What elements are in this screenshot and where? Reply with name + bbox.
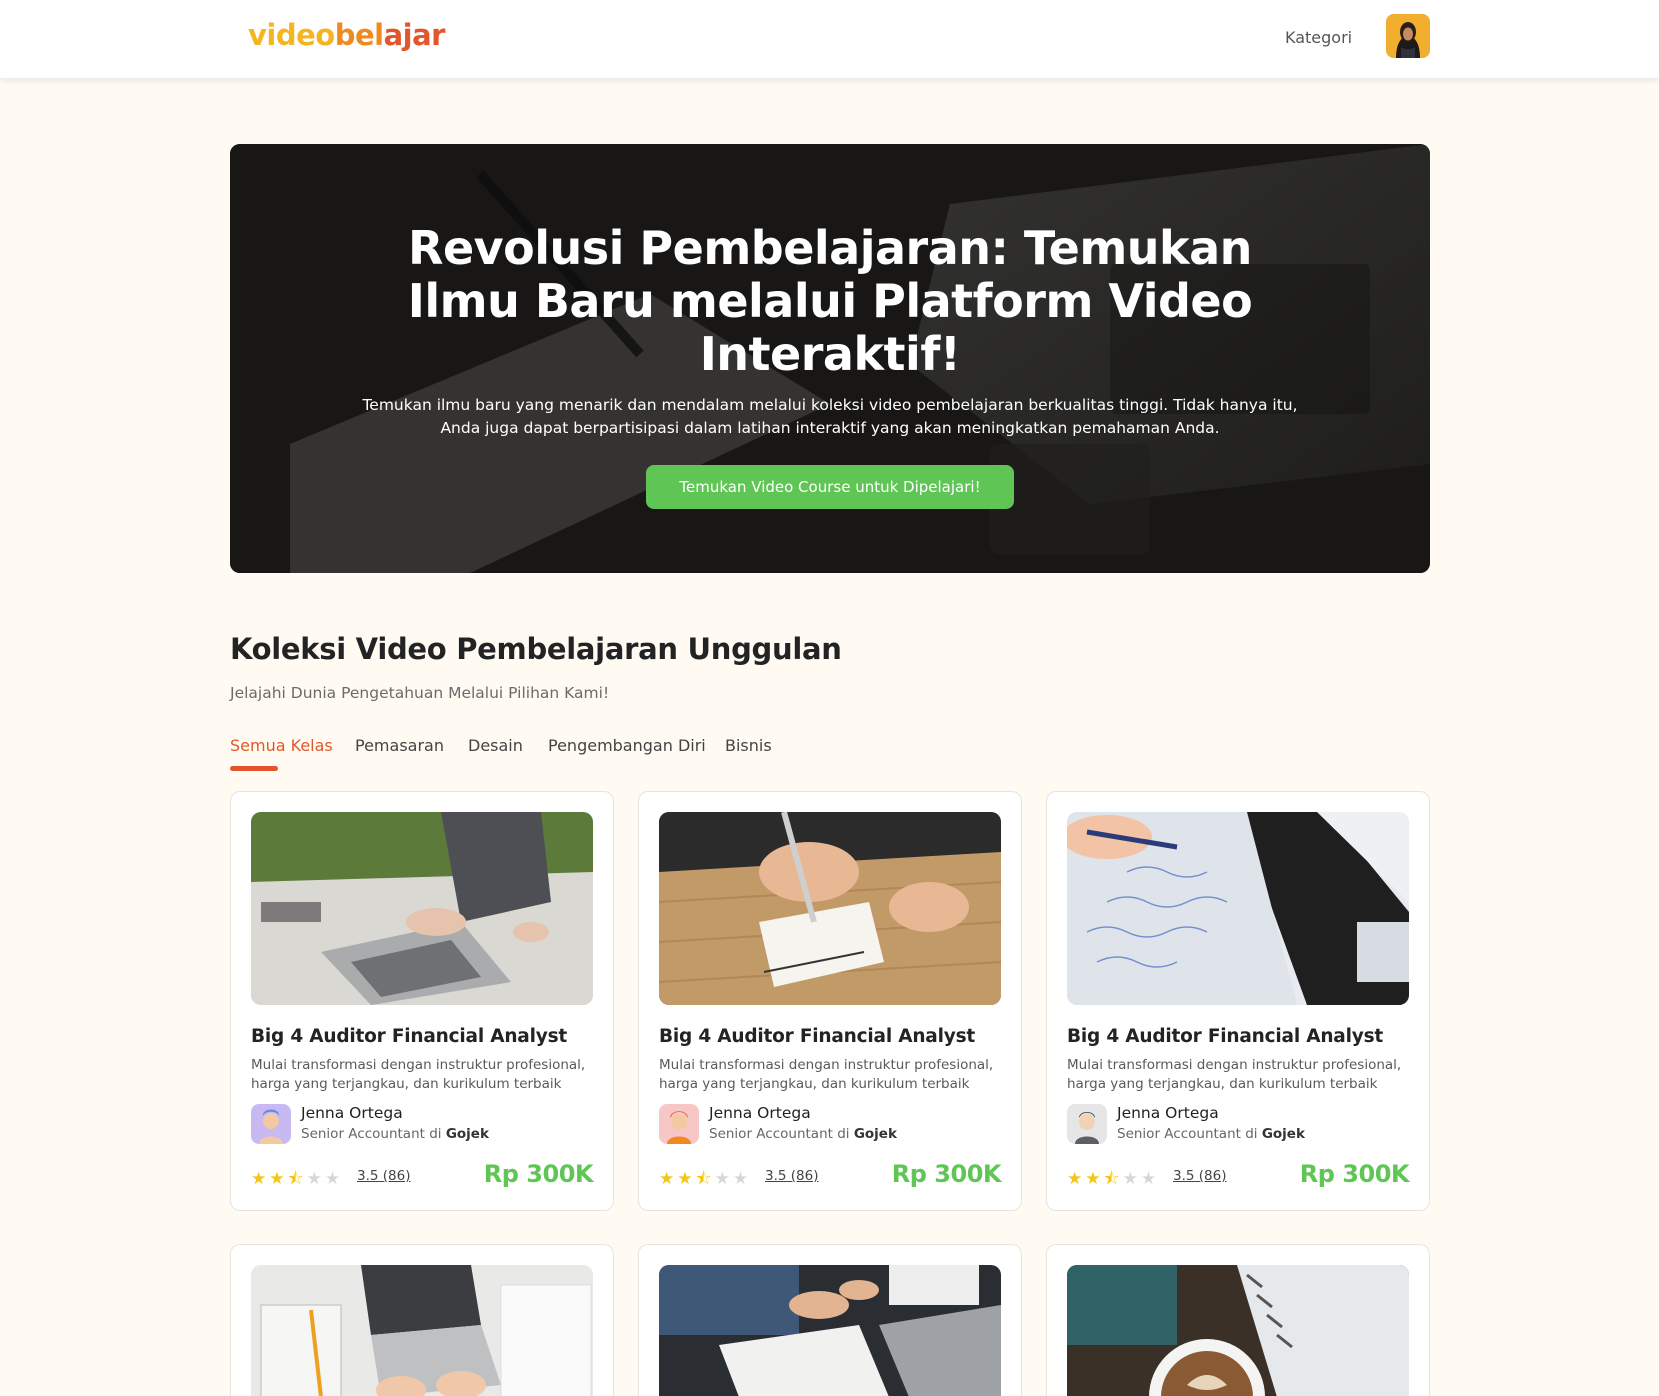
user-avatar[interactable] bbox=[1386, 14, 1430, 58]
logo-text-part2: bel bbox=[334, 18, 384, 52]
star-half-icon: ⯪ bbox=[695, 1169, 715, 1189]
tab-pemasaran[interactable]: Pemasaran bbox=[355, 736, 444, 755]
instructor-avatar bbox=[659, 1104, 699, 1144]
instructor-role: Senior Accountant di Gojek bbox=[709, 1126, 897, 1142]
course-price: Rp 300K bbox=[483, 1160, 594, 1188]
instructor-company: Gojek bbox=[1261, 1126, 1305, 1142]
instructor-role: Senior Accountant di Gojek bbox=[1117, 1126, 1305, 1142]
top-navbar: videobelajar Kategori bbox=[0, 0, 1659, 79]
star-half-icon: ⯪ bbox=[287, 1169, 307, 1189]
laptop-photo-icon bbox=[251, 812, 593, 1005]
course-title: Big 4 Auditor Financial Analyst bbox=[251, 1026, 568, 1047]
instructor-name: Jenna Ortega bbox=[709, 1104, 811, 1122]
star-half-icon: ⯪ bbox=[1103, 1169, 1123, 1189]
star-icon: ★ bbox=[732, 1169, 752, 1189]
laptop-desk-photo-icon bbox=[251, 1265, 593, 1396]
star-icon: ★ bbox=[324, 1169, 344, 1189]
section-subtitle: Jelajahi Dunia Pengetahuan Melalui Pilih… bbox=[230, 684, 610, 702]
hero-title: Revolusi Pembelajaran: Temukan Ilmu Baru… bbox=[407, 221, 1253, 381]
course-description: Mulai transformasi dengan instruktur pro… bbox=[251, 1057, 586, 1092]
nav-kategori-link[interactable]: Kategori bbox=[1285, 28, 1352, 47]
tab-bisnis[interactable]: Bisnis bbox=[725, 736, 772, 755]
course-title: Big 4 Auditor Financial Analyst bbox=[1067, 1026, 1384, 1047]
rating-text[interactable]: 3.5 (86) bbox=[765, 1168, 818, 1184]
star-rating: ★★⯪★★ bbox=[251, 1166, 343, 1195]
star-icon: ★ bbox=[306, 1169, 325, 1189]
star-icon: ★ bbox=[677, 1169, 696, 1189]
rating-text[interactable]: 3.5 (86) bbox=[1173, 1168, 1226, 1184]
course-card[interactable] bbox=[638, 1244, 1022, 1396]
course-title: Big 4 Auditor Financial Analyst bbox=[659, 1026, 976, 1047]
notebook-photo-icon bbox=[659, 812, 1001, 1005]
instructor-company: Gojek bbox=[853, 1126, 897, 1142]
course-card[interactable] bbox=[1046, 1244, 1430, 1396]
star-icon: ★ bbox=[1067, 1169, 1086, 1189]
instructor-role: Senior Accountant di Gojek bbox=[301, 1126, 489, 1142]
course-card[interactable] bbox=[230, 1244, 614, 1396]
section-title: Koleksi Video Pembelajaran Unggulan bbox=[230, 632, 842, 666]
find-course-button[interactable]: Temukan Video Course untuk Dipelajari! bbox=[646, 465, 1014, 509]
tab-pengembangan-diri[interactable]: Pengembangan Diri bbox=[548, 736, 706, 755]
star-icon: ★ bbox=[714, 1169, 733, 1189]
star-icon: ★ bbox=[1140, 1169, 1160, 1189]
instructor-company: Gojek bbox=[445, 1126, 489, 1142]
star-icon: ★ bbox=[251, 1169, 270, 1189]
tab-semua-kelas[interactable]: Semua Kelas bbox=[230, 736, 333, 755]
star-icon: ★ bbox=[269, 1169, 288, 1189]
instructor-avatar bbox=[1067, 1104, 1107, 1144]
course-price: Rp 300K bbox=[1299, 1160, 1410, 1188]
course-card[interactable]: Big 4 Auditor Financial Analyst Mulai tr… bbox=[1046, 791, 1430, 1211]
star-icon: ★ bbox=[1085, 1169, 1104, 1189]
star-icon: ★ bbox=[659, 1169, 678, 1189]
meeting-photo-icon bbox=[659, 1265, 1001, 1396]
instructor-name: Jenna Ortega bbox=[1117, 1104, 1219, 1122]
writing-photo-icon bbox=[1067, 812, 1409, 1005]
logo-text-part1: video bbox=[248, 18, 335, 52]
course-card[interactable]: Big 4 Auditor Financial Analyst Mulai tr… bbox=[638, 791, 1022, 1211]
rating-text[interactable]: 3.5 (86) bbox=[357, 1168, 410, 1184]
logo-text-part3: ajar bbox=[383, 18, 446, 52]
hero-description: Temukan ilmu baru yang menarik dan menda… bbox=[362, 396, 1298, 437]
star-icon: ★ bbox=[1122, 1169, 1141, 1189]
active-tab-indicator bbox=[230, 766, 278, 771]
course-card[interactable]: Big 4 Auditor Financial Analyst Mulai tr… bbox=[230, 791, 614, 1211]
star-rating: ★★⯪★★ bbox=[659, 1166, 751, 1195]
instructor-name: Jenna Ortega bbox=[301, 1104, 403, 1122]
logo[interactable]: videobelajar bbox=[248, 18, 445, 52]
coffee-photo-icon bbox=[1067, 1265, 1409, 1396]
tab-desain[interactable]: Desain bbox=[468, 736, 523, 755]
hero-banner: Revolusi Pembelajaran: Temukan Ilmu Baru… bbox=[230, 144, 1430, 573]
course-price: Rp 300K bbox=[891, 1160, 1002, 1188]
course-description: Mulai transformasi dengan instruktur pro… bbox=[1067, 1057, 1402, 1092]
instructor-avatar bbox=[251, 1104, 291, 1144]
star-rating: ★★⯪★★ bbox=[1067, 1166, 1159, 1195]
course-description: Mulai transformasi dengan instruktur pro… bbox=[659, 1057, 994, 1092]
